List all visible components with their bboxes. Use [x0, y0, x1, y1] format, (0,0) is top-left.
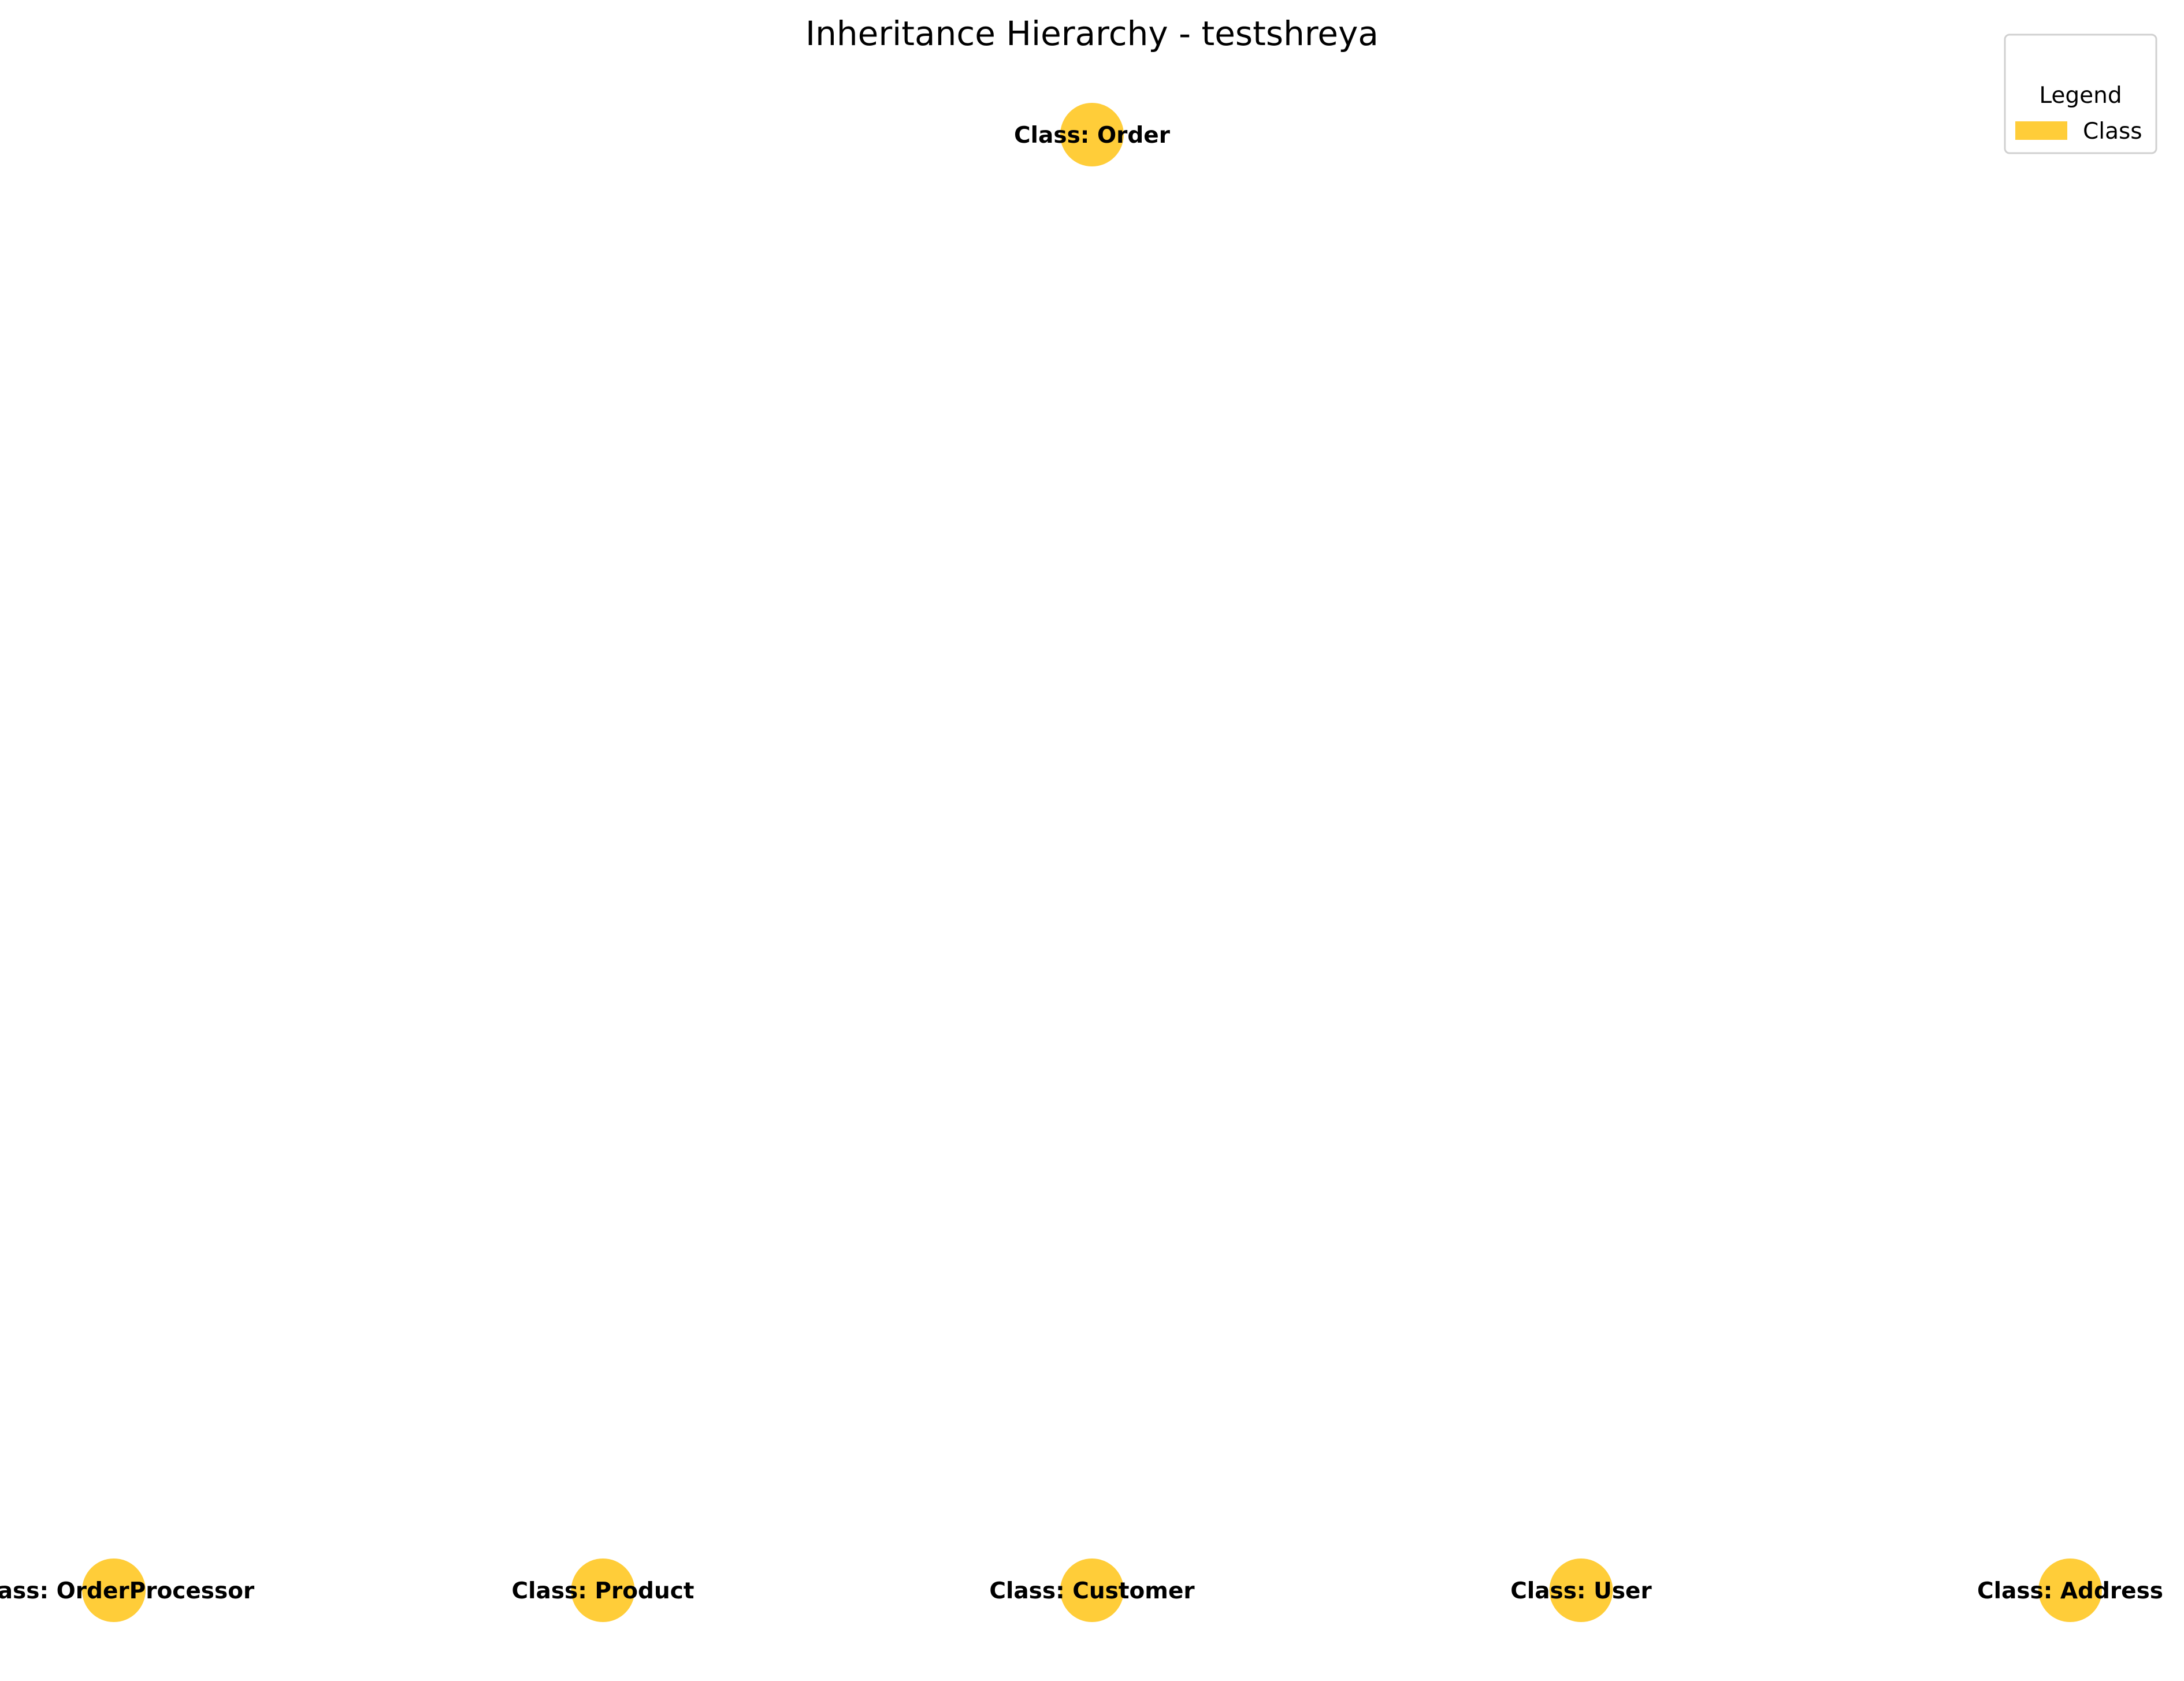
node-order: Class: Order: [1014, 103, 1171, 166]
legend-label-class: Class: [2083, 118, 2142, 144]
node-label-orderprocessor: Class: OrderProcessor: [0, 1578, 255, 1604]
node-label-customer: Class: Customer: [989, 1578, 1195, 1604]
node-customer: Class: Customer: [989, 1558, 1195, 1622]
nodes-layer: Class: Order Class: OrderProcessor Class: …: [0, 103, 2163, 1622]
node-address: Class: Address: [1977, 1558, 2163, 1622]
diagram-figure: Inheritance Hierarchy - testshreya Class…: [0, 0, 2184, 1681]
node-label-user: Class: User: [1510, 1578, 1652, 1604]
legend: Legend Class: [2004, 34, 2157, 154]
node-product: Class: Product: [512, 1558, 694, 1622]
legend-title: Legend: [2039, 83, 2122, 109]
node-user: Class: User: [1510, 1558, 1652, 1622]
node-label-product: Class: Product: [512, 1578, 694, 1604]
diagram-title: Inheritance Hierarchy - testshreya: [805, 14, 1379, 53]
node-orderprocessor: Class: OrderProcessor: [0, 1558, 255, 1622]
diagram-canvas: Inheritance Hierarchy - testshreya Class…: [0, 14, 2163, 1622]
node-label-address: Class: Address: [1977, 1578, 2163, 1604]
node-label-order: Class: Order: [1014, 123, 1171, 149]
legend-swatch-class: [2015, 121, 2067, 140]
